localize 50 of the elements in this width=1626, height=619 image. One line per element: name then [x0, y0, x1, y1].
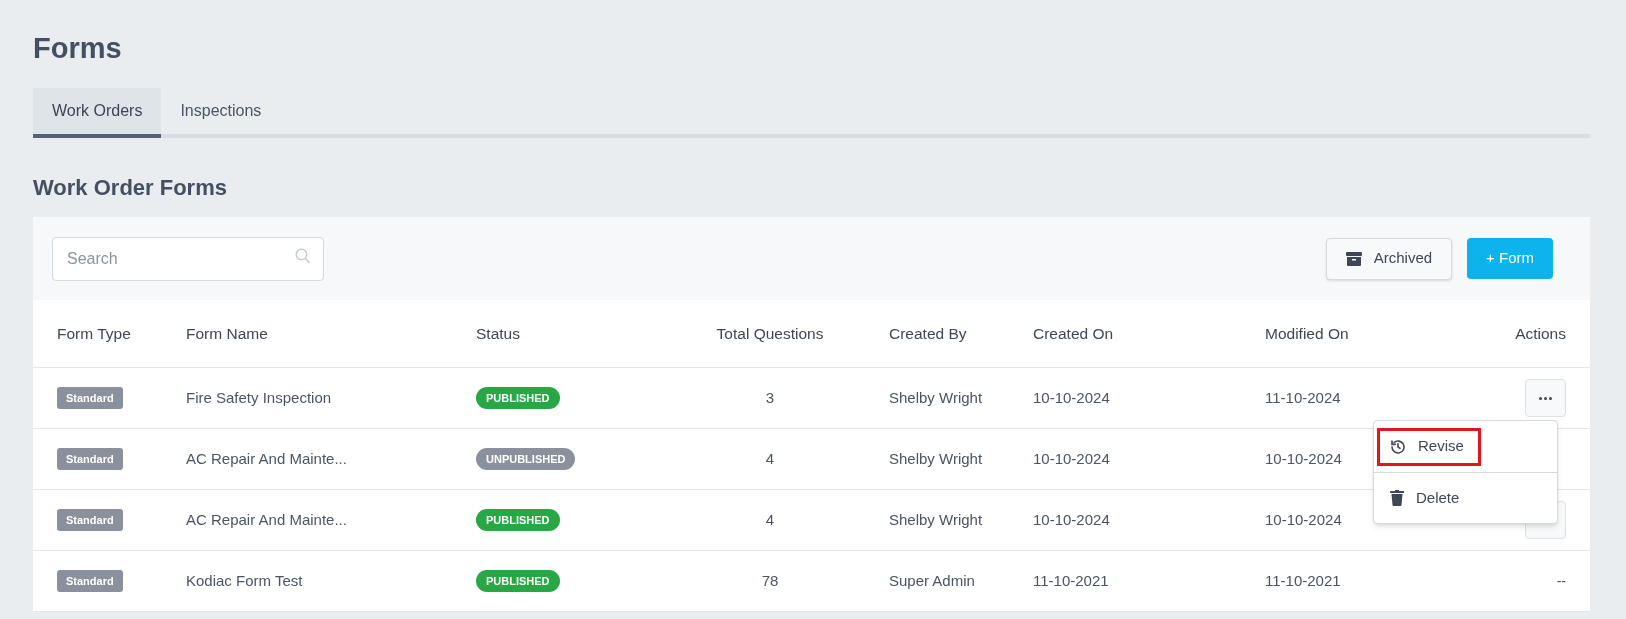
table-cell-text: AC Repair And Mainte...	[186, 448, 347, 469]
column-header: Form Type	[57, 323, 131, 344]
archive-icon	[1345, 251, 1362, 266]
table-cell-text: Shelby Wright	[889, 387, 983, 408]
table-cell-text: 10-10-2024	[1265, 509, 1342, 530]
table-cell-text: 10-10-2024	[1033, 448, 1110, 469]
form-type-tag: Standard	[57, 508, 123, 532]
page-title: Forms	[33, 31, 122, 66]
tab[interactable]: Work Orders	[33, 88, 162, 138]
table-cell-text: 4	[765, 509, 775, 530]
column-header: Created On	[1033, 323, 1114, 344]
tab[interactable]: Inspections	[161, 88, 281, 138]
form-type-tag: Standard	[57, 569, 123, 593]
table-cell-text: 78	[761, 570, 779, 591]
table-cell-text: Shelby Wright	[889, 448, 983, 469]
form-type-tag: Standard	[57, 447, 123, 471]
table-cell-text: 3	[765, 387, 775, 408]
table-cell-text: 11-10-2024	[1265, 387, 1341, 408]
search-icon	[294, 246, 312, 265]
menu-item[interactable]: Delete	[1377, 479, 1473, 517]
form-type-tag: Standard	[57, 386, 123, 410]
table-cell-text: AC Repair And Mainte...	[186, 509, 347, 530]
table-cell-text: Kodiac Form Test	[186, 570, 303, 591]
status-badge: PUBLISHED	[476, 569, 560, 593]
history-icon	[1390, 438, 1406, 455]
menu-item[interactable]: Revise	[1377, 427, 1481, 466]
search-field[interactable]: Search	[52, 236, 324, 281]
table-cell-text: Shelby Wright	[889, 509, 983, 530]
table-cell-text: Super Admin	[889, 570, 975, 591]
column-header: Total Questions	[716, 323, 824, 344]
status-badge: PUBLISHED	[476, 508, 560, 532]
status-badge: UNPUBLISHED	[476, 447, 576, 471]
archived-button[interactable]: Archived	[1325, 237, 1453, 280]
column-header: Created By	[889, 323, 967, 344]
table-cell-text: 10-10-2024	[1265, 448, 1342, 469]
status-badge: PUBLISHED	[476, 386, 560, 410]
table-cell-text: 4	[765, 448, 775, 469]
trash-icon	[1390, 490, 1404, 506]
table-cell-text: 11-10-2021	[1265, 570, 1341, 591]
table-cell-text: 10-10-2024	[1033, 509, 1110, 530]
column-header: Modified On	[1265, 323, 1349, 344]
more-button[interactable]	[1525, 379, 1566, 417]
column-header: Form Name	[186, 323, 268, 344]
column-header: Status	[476, 323, 520, 344]
section-title: Work Order Forms	[33, 174, 227, 202]
table-cell-text: 10-10-2024	[1033, 387, 1110, 408]
table-cell-text: Fire Safety Inspection	[186, 387, 332, 408]
no-action-text: --	[1556, 571, 1566, 591]
table-cell-text: 11-10-2021	[1033, 570, 1109, 591]
column-header: Actions	[1515, 323, 1566, 344]
